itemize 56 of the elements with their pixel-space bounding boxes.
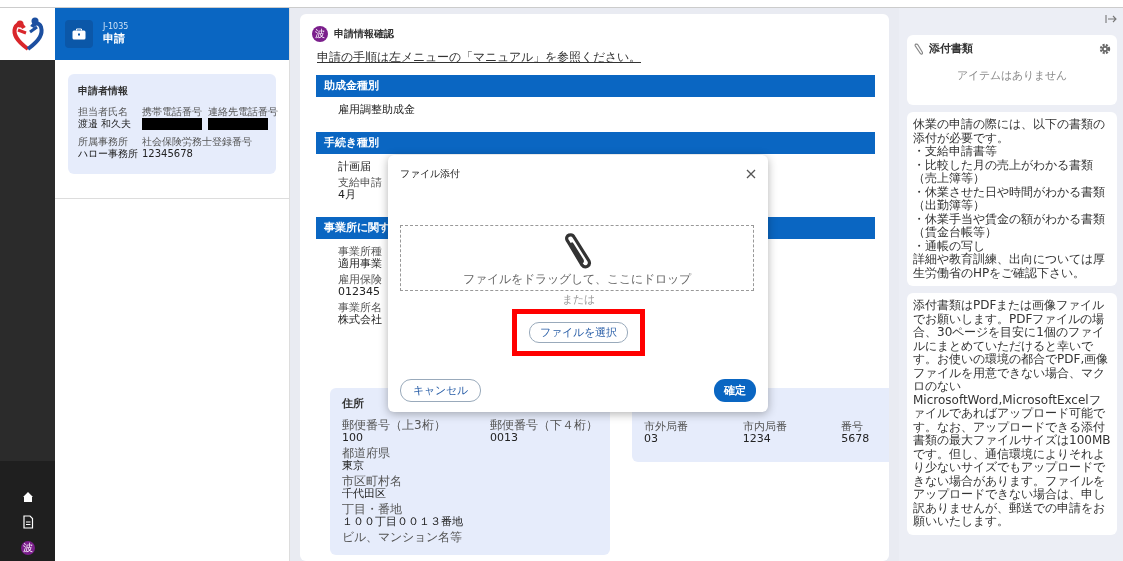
field-label: 郵便番号（下４桁）: [490, 419, 598, 432]
field-label: 市外局番: [644, 421, 688, 433]
field-label: 市区町村名: [342, 475, 402, 488]
field-label: 事業所種: [338, 246, 382, 258]
field-value: 千代田区: [342, 488, 386, 500]
field-label: 所属事務所: [78, 136, 128, 148]
dialog-title: ファイル添付: [400, 167, 460, 181]
field-label: 雇用保険: [338, 274, 382, 286]
field-value: １００丁目００１３番地: [342, 516, 463, 528]
field-value: 1234: [742, 433, 771, 445]
field-label: 番号: [841, 421, 864, 433]
empty-message: アイテムはありません: [956, 68, 1068, 83]
note-text: 詳細や教育訓練、出向については厚生労働省のHPをご確認下さい。: [913, 253, 1106, 280]
field-label: 丁目・番地: [342, 503, 402, 516]
field-label: 都道府県: [342, 447, 390, 460]
field-label: 支給申請: [338, 177, 382, 189]
note-text: ・休業手当や賃金の額がわかる書類（賃金台帳等）: [913, 212, 1106, 240]
page-title: 申請: [103, 31, 126, 46]
avatar: 波: [312, 26, 328, 42]
field-label: 携帯電話番号: [142, 106, 202, 118]
note-text: 休業の申請の際には、以下の書類の添付が必要です。: [913, 118, 1106, 145]
section-header: 助成金種別: [316, 75, 875, 97]
card-title: 申請者情報: [78, 84, 129, 98]
field-label: 市内局番: [742, 421, 787, 433]
section-title: 申請情報確認: [334, 27, 394, 41]
or-label: または: [561, 292, 595, 307]
field-label: ビル、マンション名等: [342, 531, 462, 544]
page-code: J-1035: [103, 22, 129, 31]
field-value: 012345: [338, 286, 380, 298]
note-text: ・通帳の写し: [913, 239, 986, 253]
field-value: 03: [644, 433, 658, 445]
field-value: 株式会社: [338, 314, 382, 326]
field-label: 担当者氏名: [78, 106, 128, 118]
field-label: 事業所名: [338, 302, 382, 314]
field-label: 社会保険労務士登録番号: [142, 136, 252, 148]
drop-hint: ファイルをドラッグして、ここにドロップ: [463, 271, 691, 288]
card-title: 住所: [342, 396, 365, 411]
note-text: ・支給申請書等: [913, 145, 998, 159]
field-value: 12345678: [142, 148, 193, 160]
section-header: 手続き種別: [316, 132, 875, 154]
field-value: 4月: [338, 189, 356, 201]
field-value: 渡邉 和久夫: [78, 118, 132, 130]
card-title: 添付書類: [929, 41, 974, 56]
field-value: 適用事業: [338, 258, 382, 270]
note-text: ・休業させた日や時間がわかる書類（出勤簿等）: [913, 185, 1106, 213]
field-value: ハロー事務所: [78, 148, 138, 160]
field-label: 連絡先電話番号: [208, 106, 278, 118]
field-value: 100: [342, 432, 363, 444]
note-text: 添付書類はPDFまたは画像ファイルでお願いします。PDFファイルの場合、30ページを目安に1個のファイルにまとめていただけると幸いです。お使いの環境の都合でPDF,画像ファイルを用意できない場合、マクロのないMicrosoftWord,MicrosoftExcelファイルであればアップロード可能です。なお、アップロードできる添付書類の最大ファイルサイズは100MBです。但し、通信環境によりそれより少ないサイズでもアップロードできない場合があります。ファイルをアップロードできない場合は、申し訳ありませんが、郵送での申請をお願いいたします。: [913, 299, 1111, 529]
field-value: 雇用調整助成金: [338, 104, 415, 116]
field-value: 0013: [490, 432, 518, 444]
field-value: 計画届: [338, 161, 371, 173]
field-label: 郵便番号（上3桁）: [342, 419, 446, 432]
field-value: 5678: [841, 433, 870, 445]
note-text: ・比較した月の売上がわかる書類（売上簿等）: [913, 158, 1094, 186]
field-value: 東京: [342, 460, 364, 472]
